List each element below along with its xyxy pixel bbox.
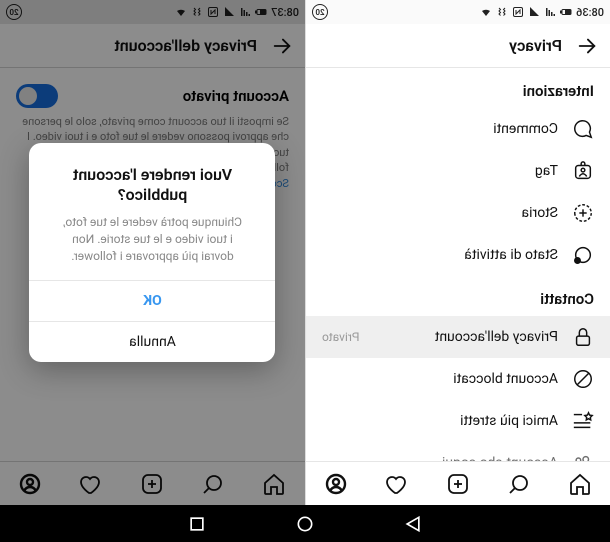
- home-icon[interactable]: [568, 472, 592, 496]
- dialog-message: Chiunque potrà vedere le tue foto, i tuo…: [48, 214, 258, 264]
- row-label: Tag: [322, 163, 558, 179]
- status-bar: 08:36 20: [306, 0, 610, 24]
- lock-icon: [572, 326, 594, 348]
- signal-icon-2: [528, 6, 540, 18]
- row-meta: Privato: [322, 330, 359, 344]
- row-partial[interactable]: Account cho cogui: [306, 442, 610, 461]
- signal-icon: [544, 6, 556, 18]
- blocked-icon: [572, 368, 594, 390]
- story-icon: [572, 202, 594, 224]
- row-label: Account cho cogui: [322, 455, 558, 461]
- row-account-privacy[interactable]: Privacy dell'account Privato: [306, 316, 610, 358]
- status-time: 08:36: [576, 6, 604, 19]
- status-badge: 20: [312, 4, 328, 20]
- search-icon[interactable]: [507, 472, 531, 496]
- row-close-friends[interactable]: Amici più stretti: [306, 400, 610, 442]
- tag-icon: [572, 160, 594, 182]
- activity-icon: [572, 244, 594, 266]
- phone-privacy-list: 08:36 20 Privacy Interazioni Commen: [305, 0, 610, 505]
- comment-icon: [572, 118, 594, 140]
- dialog-ok-button[interactable]: OK: [30, 280, 276, 321]
- row-activity-status[interactable]: Stato di attività: [306, 234, 610, 276]
- row-label: Commenti: [322, 121, 558, 137]
- privacy-content: Interazioni Commenti Tag Storia Stato di…: [306, 68, 610, 461]
- add-post-icon[interactable]: [446, 472, 470, 496]
- back-arrow-icon[interactable]: [576, 35, 598, 57]
- star-list-icon: [572, 410, 594, 432]
- confirm-dialog: Vuoi rendere l'account pubblico? Chiunqu…: [30, 143, 276, 363]
- nfc-icon: [512, 6, 524, 18]
- phone-account-privacy: 08:37 20 Privacy dell'account Account pr…: [0, 0, 305, 505]
- bottom-nav: [306, 461, 610, 505]
- row-label: Account bloccati: [322, 371, 558, 387]
- dialog-cancel-button[interactable]: Annulla: [30, 321, 276, 362]
- row-label: Stato di attività: [322, 247, 558, 263]
- battery-icon: [560, 6, 572, 18]
- android-recents-button[interactable]: [187, 514, 207, 534]
- row-label: Amici più stretti: [322, 413, 558, 429]
- row-tags[interactable]: Tag: [306, 150, 610, 192]
- android-back-button[interactable]: [403, 514, 423, 534]
- row-blocked-accounts[interactable]: Account bloccati: [306, 358, 610, 400]
- row-label: Storia: [322, 205, 558, 221]
- section-interactions: Interazioni: [306, 68, 610, 108]
- section-contacts: Contatti: [306, 276, 610, 316]
- android-home-button[interactable]: [295, 514, 315, 534]
- people-icon: [572, 452, 594, 461]
- android-nav-bar: [0, 505, 610, 542]
- profile-icon[interactable]: [324, 472, 348, 496]
- row-story[interactable]: Storia: [306, 192, 610, 234]
- dialog-title: Vuoi rendere l'account pubblico?: [48, 165, 258, 207]
- app-header: Privacy: [306, 24, 610, 68]
- row-label: Privacy dell'account: [373, 329, 558, 345]
- vibrate-icon: [496, 6, 508, 18]
- heart-icon[interactable]: [385, 472, 409, 496]
- wifi-icon: [480, 6, 492, 18]
- row-comments[interactable]: Commenti: [306, 108, 610, 150]
- page-title: Privacy: [509, 36, 562, 55]
- modal-overlay[interactable]: Vuoi rendere l'account pubblico? Chiunqu…: [0, 0, 305, 505]
